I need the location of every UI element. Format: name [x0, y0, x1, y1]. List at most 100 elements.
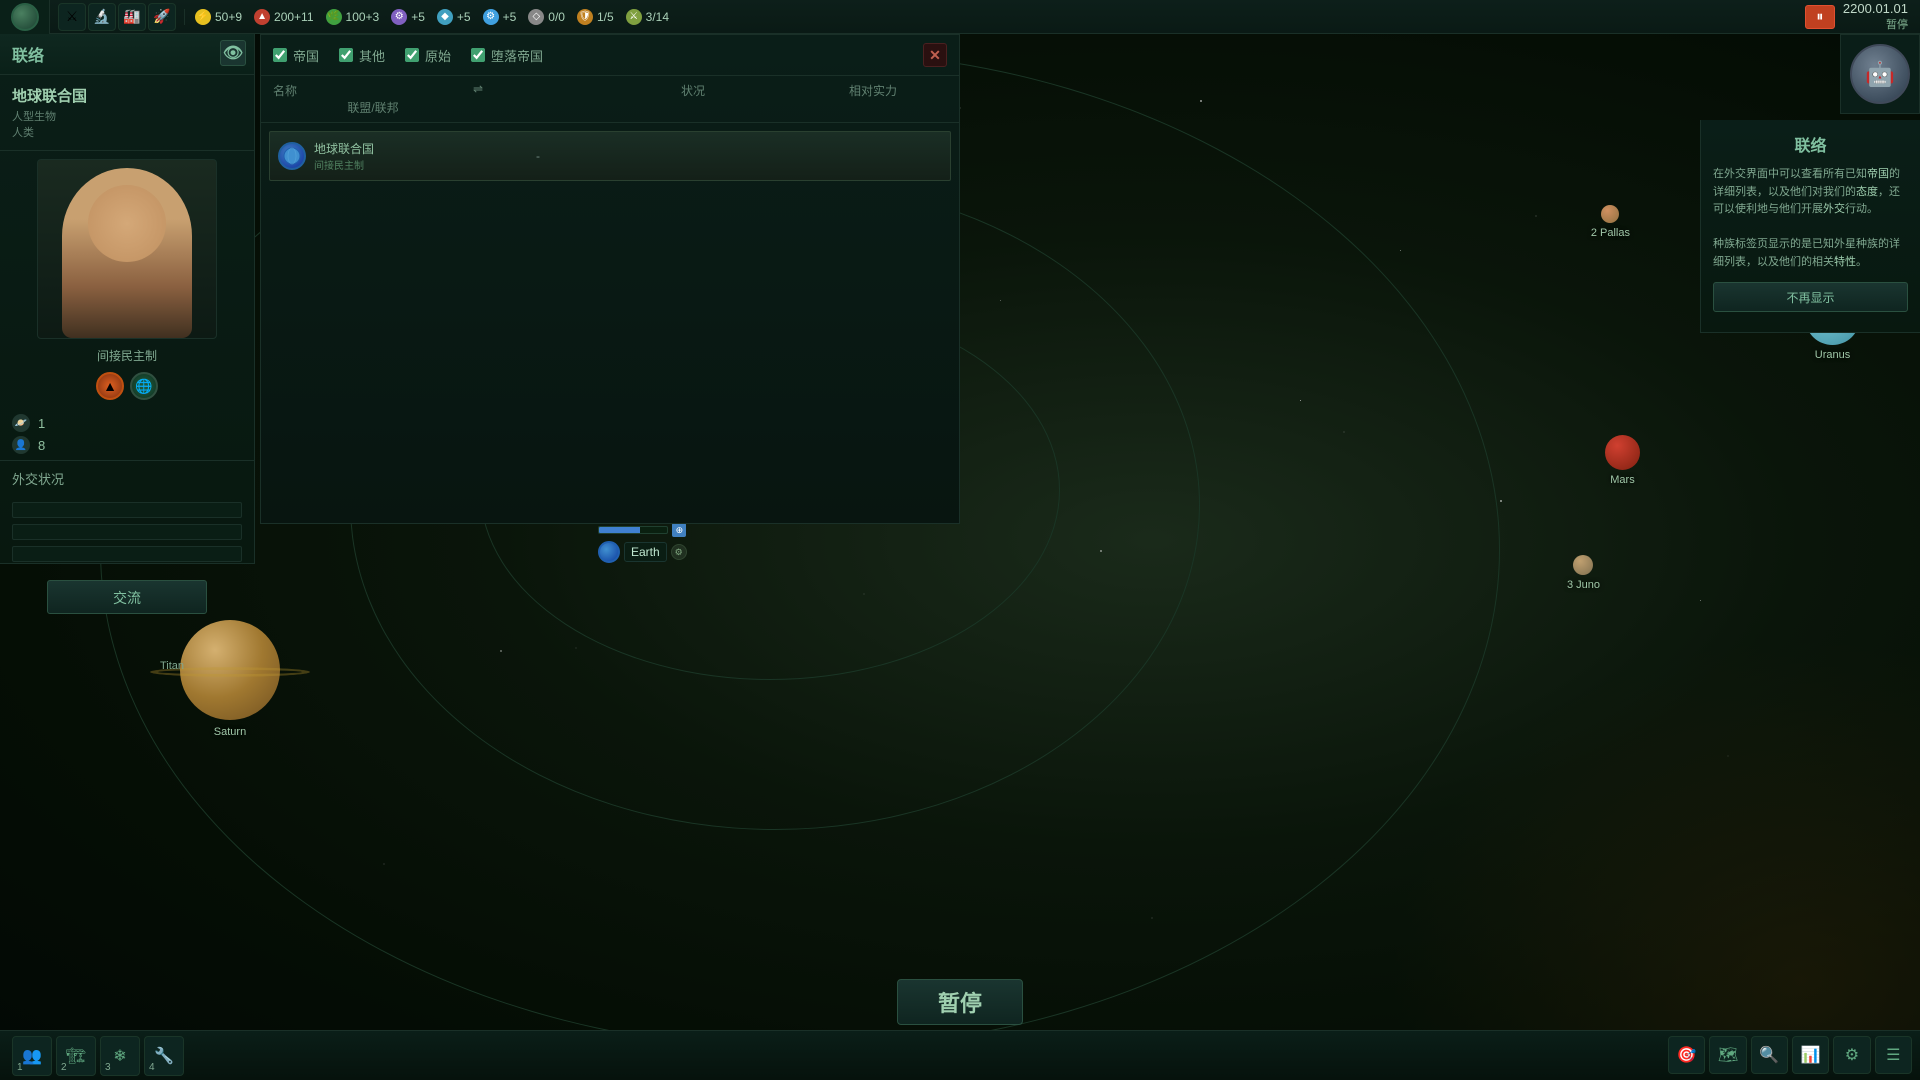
col-status: 状况: [593, 82, 793, 99]
juno-asteroid[interactable]: 3 Juno: [1567, 555, 1600, 591]
pause-display: 暂停: [897, 979, 1023, 1025]
mars-label: Mars: [1610, 474, 1634, 486]
energy-value: 50+9: [215, 10, 242, 24]
empire-icon[interactable]: [0, 0, 50, 34]
tab-fallen-checkbox[interactable]: [471, 48, 485, 62]
date-display: 2200.01.01: [1843, 1, 1908, 16]
pallas-asteroid[interactable]: 2 Pallas: [1591, 205, 1630, 239]
diplomacy-status-header: 外交状况: [0, 460, 254, 496]
pop-stat-icon: 👤: [12, 436, 30, 454]
saturn-planet[interactable]: Saturn: [180, 620, 280, 738]
br-icon-4[interactable]: 📊: [1792, 1036, 1829, 1074]
empire-tag-orange[interactable]: ▲: [96, 372, 124, 400]
armies-icon: ⚔: [626, 9, 642, 25]
earth-shield-health: [598, 526, 668, 534]
br-icon-5[interactable]: ⚙: [1833, 1036, 1870, 1074]
pop-count: 8: [38, 438, 45, 453]
text-highlight1: 帝国: [1867, 168, 1889, 180]
tab-primitive[interactable]: 原始: [405, 46, 451, 65]
energy-resource: ⚡ 50+9: [195, 9, 242, 25]
food-icon: 🌿: [326, 9, 342, 25]
empire-portrait-icon[interactable]: 👁: [220, 40, 246, 66]
left-panel-title: 联络: [12, 48, 44, 65]
unity-resource: ◆ +5: [437, 9, 471, 25]
planet-count: 1: [38, 416, 45, 431]
action-icon-3[interactable]: 🏭: [118, 3, 146, 31]
col-alliance: 联盟/联邦: [273, 99, 473, 116]
alloys-resource: ◇ 0/0: [528, 9, 565, 25]
uranus-label: Uranus: [1815, 349, 1850, 361]
tab-fallen[interactable]: 堕落帝国: [471, 46, 543, 65]
pause-button[interactable]: ⏸: [1805, 5, 1835, 29]
dip-bar-3: [12, 546, 242, 562]
left-panel: 联络 👁 地球联合国 人型生物 人类 间接民主制 ▲ 🌐 🪐 1 👤 8 外交状…: [0, 34, 255, 564]
action-icon-4[interactable]: 🚀: [148, 3, 176, 31]
pause-label: 暂停: [1886, 16, 1908, 32]
empire-government: 间接民主制: [0, 347, 254, 364]
empire-name: 地球联合国: [12, 85, 242, 106]
dip-bar-2: [12, 524, 242, 540]
earth-name-row[interactable]: Earth ⚙: [598, 541, 687, 563]
tab-empire[interactable]: 帝国: [273, 46, 319, 65]
dialog-table-body: 地球联合国 间接民主制 -: [261, 123, 959, 189]
queue-item-2[interactable]: 2 🏗: [56, 1036, 96, 1076]
left-panel-header: 联络 👁: [0, 34, 254, 75]
queue-item-1[interactable]: 1 👥: [12, 1036, 52, 1076]
resource-group: ⚡ 50+9 ▲ 200+11 🌿 100+3 ⚙ +5 ◆ +5 ⚙ +5 ◇…: [184, 9, 679, 25]
energy-icon: ⚡: [195, 9, 211, 25]
diplomacy-dialog: 帝国 其他 原始 堕落帝国 ✕ 名称 ⇌ 状况 相对实力 联盟/联邦: [260, 34, 960, 524]
text-part5: 种族标签页显示的是已知外星种族的详细列表，以及他们的相关: [1713, 238, 1900, 268]
robot-portrait-icon: 🤖: [1850, 44, 1910, 104]
advisor-portrait[interactable]: 🤖: [1840, 34, 1920, 114]
tab-primitive-checkbox[interactable]: [405, 48, 419, 62]
saturn-label: Saturn: [180, 726, 280, 738]
exchange-button[interactable]: 交流: [47, 580, 207, 614]
food-value: 100+3: [346, 10, 380, 24]
research-value: +5: [503, 10, 517, 24]
tab-empire-checkbox[interactable]: [273, 48, 287, 62]
empire-portrait[interactable]: [37, 159, 217, 339]
action-icon-2[interactable]: 🔬: [88, 3, 116, 31]
empire-tag-green[interactable]: 🌐: [130, 372, 158, 400]
bottom-queue: 1 👥 2 🏗 3 ❄ 4 🔧: [0, 1036, 196, 1076]
earth-svg-icon: [283, 147, 301, 165]
text-part1: 在外交界面中可以查看所有已知: [1713, 168, 1867, 180]
row-empire-icon: [278, 142, 306, 170]
queue-item-4[interactable]: 4 🔧: [144, 1036, 184, 1076]
dialog-table-header: 名称 ⇌ 状况 相对实力 联盟/联邦: [261, 76, 959, 123]
queue-icon-3: ❄: [113, 1046, 126, 1066]
food-resource: 🌿 100+3: [326, 9, 380, 25]
planet-stat-icon: 🪐: [12, 414, 30, 432]
unity-value: +5: [457, 10, 471, 24]
mars-planet[interactable]: Mars: [1605, 435, 1640, 486]
armies-value: 3/14: [646, 10, 669, 24]
action-icon-1[interactable]: ⚔: [58, 3, 86, 31]
no-show-button[interactable]: 不再显示: [1713, 282, 1908, 312]
consumer-icon: 🛡: [577, 9, 593, 25]
table-row[interactable]: 地球联合国 间接民主制 -: [269, 131, 951, 181]
tab-other[interactable]: 其他: [339, 46, 385, 65]
queue-number-3: 3: [105, 1062, 111, 1073]
consumer-value: 1/5: [597, 10, 614, 24]
minerals-resource: ▲ 200+11: [254, 9, 314, 25]
br-icon-2[interactable]: 🗺: [1709, 1036, 1746, 1074]
juno-label: 3 Juno: [1567, 579, 1600, 591]
tab-other-checkbox[interactable]: [339, 48, 353, 62]
br-icon-3[interactable]: 🔍: [1751, 1036, 1788, 1074]
pallas-label: 2 Pallas: [1591, 227, 1630, 239]
queue-item-3[interactable]: 3 ❄: [100, 1036, 140, 1076]
influence-icon: ⚙: [391, 9, 407, 25]
text-highlight4: 特性: [1834, 256, 1856, 268]
empire-icon-circle: [11, 3, 39, 31]
tab-empire-label: 帝国: [293, 46, 319, 65]
empire-info: 地球联合国 人型生物 人类: [0, 75, 254, 151]
col-name: 名称: [273, 82, 473, 99]
queue-icon-2: 🏗: [66, 1046, 86, 1066]
stats-row: 🪐 1 👤 8: [0, 408, 254, 460]
close-button[interactable]: ✕: [923, 43, 947, 67]
dip-bar-1: [12, 502, 242, 518]
tab-other-label: 其他: [359, 46, 385, 65]
br-icon-6[interactable]: ☰: [1875, 1036, 1912, 1074]
br-icon-1[interactable]: 🎯: [1668, 1036, 1705, 1074]
col-arrow: ⇌: [473, 82, 593, 99]
